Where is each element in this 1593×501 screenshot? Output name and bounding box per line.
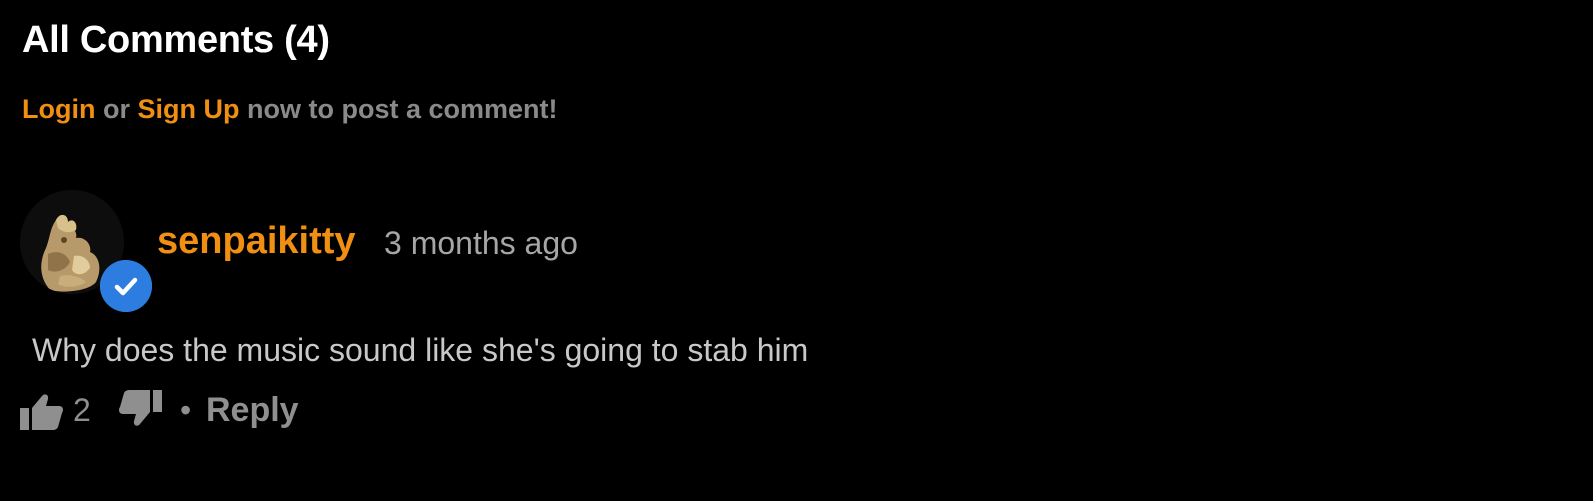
comment-username[interactable]: senpaikitty [157, 218, 356, 264]
comment-avatar-wrap[interactable] [20, 190, 152, 312]
separator-dot: • [180, 392, 192, 428]
thumbs-down-icon [119, 390, 162, 426]
comments-title: All Comments (4) [22, 19, 330, 61]
thumbs-up-icon [20, 394, 63, 430]
or-text: or [95, 94, 138, 124]
comment-actions: 2 • Reply [20, 388, 420, 432]
verified-badge [100, 260, 152, 312]
login-link[interactable]: Login [22, 94, 95, 124]
post-prompt-text: now to post a comment! [239, 94, 558, 124]
like-count: 2 [73, 392, 91, 428]
signup-link[interactable]: Sign Up [138, 94, 240, 124]
comment-body: Why does the music sound like she's goin… [32, 332, 809, 368]
comment-timestamp: 3 months ago [384, 225, 578, 261]
login-prompt: Login or Sign Up now to post a comment! [22, 93, 558, 125]
like-button[interactable] [20, 392, 64, 430]
check-icon [100, 260, 152, 312]
reply-button[interactable]: Reply [206, 390, 299, 430]
dislike-button[interactable] [118, 390, 162, 428]
comments-panel: All Comments (4) Login or Sign Up now to… [0, 0, 1593, 501]
